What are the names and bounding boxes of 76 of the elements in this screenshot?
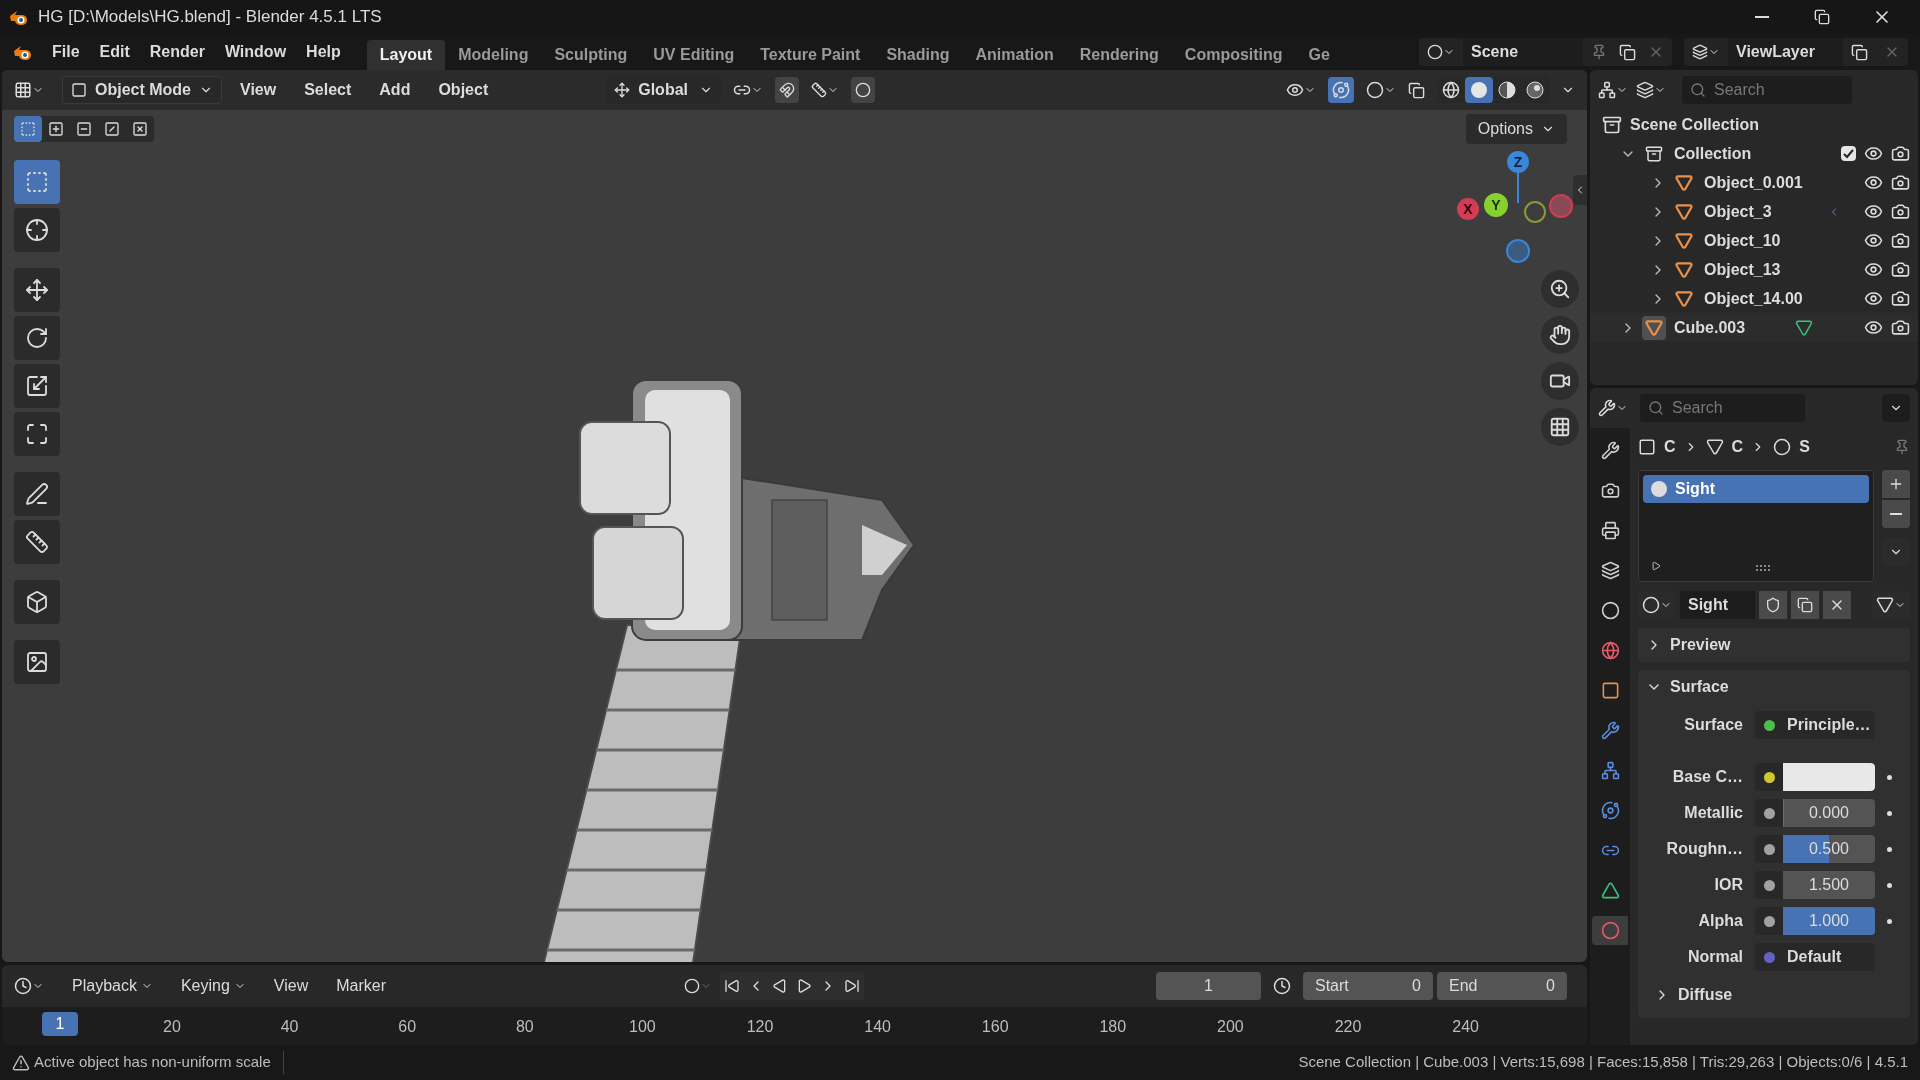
property-label: Roughn… (1665, 839, 1743, 859)
menu-item[interactable]: Add (369, 78, 421, 102)
menu-item[interactable]: Object (428, 78, 499, 102)
frame-number: 120 (745, 1017, 775, 1037)
frame-number: 40 (279, 1017, 300, 1037)
property-slider[interactable]: 0.000 (1783, 799, 1875, 827)
end-frame-field[interactable]: End 0 (1437, 972, 1567, 1000)
property-label: Normal (1686, 947, 1743, 967)
scene-stats: Scene Collection | Cube.003 | Verts:15,698 | Faces:15,858 | Tris:29,263 | Objects:0/6 | 4.5.1 (1298, 1052, 1908, 1073)
workspace-tab[interactable]: UV Editing (640, 40, 748, 70)
frame-number: 80 (514, 1017, 535, 1037)
menu-item[interactable]: View (263, 974, 319, 998)
frame-number: 100 (628, 1017, 657, 1037)
status-message: Active object has non-uniform scale (34, 1051, 284, 1074)
current-frame-field[interactable]: 1 (1156, 972, 1261, 1000)
workspace-tab[interactable]: Modeling (445, 40, 542, 70)
frame-number: 140 (863, 1017, 892, 1037)
panel-header[interactable]: Preview (1638, 628, 1910, 662)
outliner-item[interactable]: Object_0.001 (1704, 170, 1814, 195)
workspace-tab[interactable]: Rendering (1066, 40, 1172, 70)
frame-number: 20 (162, 1017, 182, 1037)
window-title: HG [D:\Models\HG.blend] - Blender 4.5.1 LTS (38, 6, 382, 29)
frame-number: 180 (1098, 1017, 1128, 1037)
workspace-tab[interactable]: Layout (366, 40, 446, 70)
options-dropdown[interactable]: Options (1465, 114, 1567, 144)
panel-header[interactable]: Surface (1638, 670, 1910, 704)
menu-item[interactable]: Playback (62, 974, 163, 998)
breadcrumb-item[interactable]: C (1731, 435, 1744, 459)
outliner-item[interactable]: Object_3 (1704, 199, 1814, 224)
menu-item[interactable]: View (230, 78, 287, 102)
property-field[interactable]: 1.500 (1783, 871, 1875, 899)
orientation-dropdown[interactable]: Global (606, 76, 722, 104)
view-layer-field[interactable]: ViewLayer (1728, 38, 1843, 66)
menu-item[interactable]: Edit (89, 36, 140, 68)
frame-number: 240 (1451, 1017, 1480, 1037)
workspace-tab[interactable]: Sculpting (541, 40, 641, 70)
property-label: Surface (1683, 715, 1743, 735)
property-label: Base C… (1671, 767, 1743, 787)
scene-field[interactable]: Scene (1463, 38, 1583, 66)
outliner-item[interactable]: Scene Collection (1630, 112, 1759, 137)
breadcrumb-item[interactable]: C (1664, 435, 1676, 459)
frame-number: 160 (980, 1017, 1010, 1037)
menu-item[interactable]: Keying (170, 974, 256, 998)
workspace-tab[interactable]: Texture Paint (747, 40, 874, 70)
axis-gizmo-drawing[interactable]: Z X Y (1451, 145, 1575, 265)
material-slot[interactable]: Sight (1643, 475, 1869, 503)
search-field[interactable]: Search (1682, 76, 1852, 104)
workspace-tab[interactable]: Compositing (1171, 40, 1296, 70)
menu-item[interactable]: File (42, 36, 90, 68)
workspace-tab[interactable]: Ge (1295, 40, 1343, 70)
search-field[interactable]: Search (1640, 394, 1805, 422)
menu-item[interactable]: Render (139, 36, 215, 68)
property-label: Alpha (1697, 911, 1743, 931)
breadcrumb-item[interactable]: S (1799, 435, 1810, 459)
mode-dropdown[interactable]: Object Mode (62, 76, 222, 104)
outliner-item[interactable]: Collection (1674, 141, 1784, 166)
menu-item[interactable]: Help (296, 36, 351, 68)
start-frame-field[interactable]: Start 0 (1303, 972, 1433, 1000)
frame-number: 60 (397, 1017, 418, 1037)
menu-item[interactable]: Select (294, 78, 362, 102)
outliner-item[interactable]: Object_10 (1704, 228, 1814, 253)
outliner-item[interactable]: Object_14.00 (1704, 286, 1814, 311)
property-slider[interactable]: 1.000 (1783, 907, 1875, 935)
workspace-tab[interactable]: Animation (962, 40, 1067, 70)
workspace-tab[interactable]: Shading (873, 40, 963, 70)
menu-item[interactable]: Marker (326, 974, 396, 998)
frame-number: 220 (1333, 1017, 1363, 1037)
subpanel-header[interactable]: Diffuse (1638, 980, 1910, 1010)
property-label: IOR (1713, 875, 1743, 895)
frame-number: 200 (1216, 1017, 1245, 1037)
material-name-field[interactable]: Sight (1680, 591, 1755, 619)
property-label: Metallic (1683, 803, 1743, 823)
outliner-item[interactable]: Object_13 (1704, 257, 1814, 282)
playhead[interactable]: 1 (42, 1012, 78, 1036)
menu-item[interactable]: Window (214, 36, 297, 68)
property-slider[interactable]: 0.500 (1783, 835, 1875, 863)
